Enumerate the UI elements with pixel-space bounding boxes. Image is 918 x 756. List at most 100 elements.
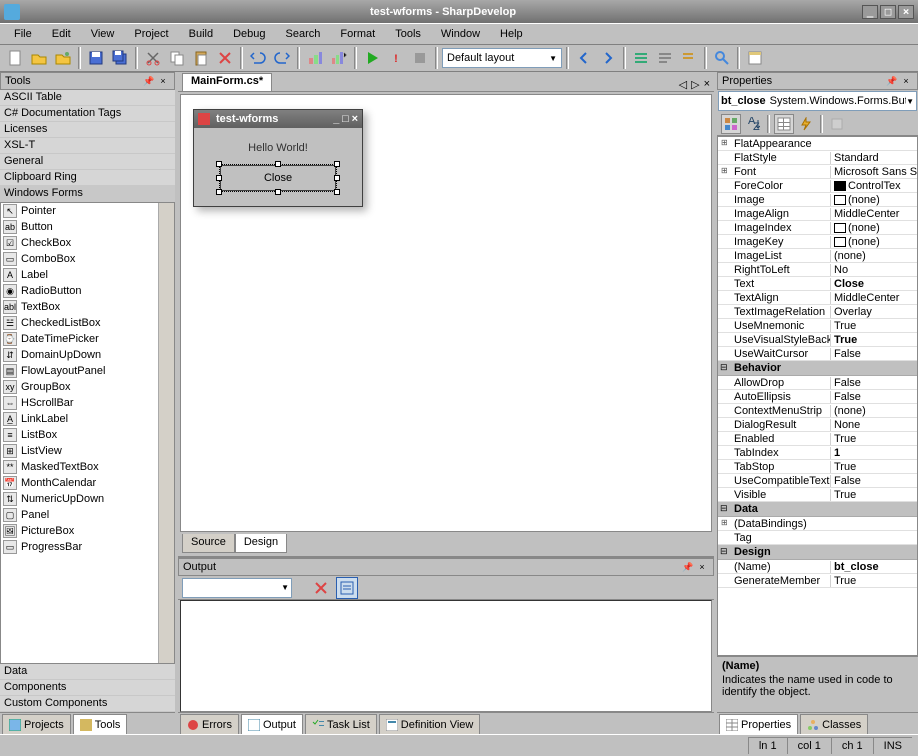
toolbox-item[interactable]: ▤FlowLayoutPanel (1, 363, 158, 379)
property-row[interactable]: FlatAppearance (718, 137, 917, 151)
toolbox-item[interactable]: ⇔HScrollBar (1, 395, 158, 411)
toolbox-cat-selected[interactable]: Windows Forms (0, 186, 175, 202)
toolbox-item[interactable]: ≡ListBox (1, 427, 158, 443)
property-row[interactable]: UseCompatibleTextRenFalse (718, 474, 917, 488)
property-row[interactable]: TabStopTrue (718, 460, 917, 474)
property-row[interactable]: RightToLeftNo (718, 263, 917, 277)
source-tab[interactable]: Source (182, 534, 235, 553)
undo-button[interactable] (247, 47, 269, 69)
output-source-combo[interactable]: ▼ (182, 578, 292, 598)
uncomment-button[interactable] (678, 47, 700, 69)
tab-output-active[interactable]: Output (241, 714, 303, 734)
menu-file[interactable]: File (4, 26, 42, 42)
property-row[interactable]: TabIndex1 (718, 446, 917, 460)
new-file-button[interactable] (4, 47, 26, 69)
close-panel-icon[interactable]: × (695, 560, 709, 574)
toolbox-item[interactable]: ☱CheckedListBox (1, 315, 158, 331)
property-row[interactable]: TextClose (718, 277, 917, 291)
resize-handle[interactable] (216, 189, 222, 195)
layout-combo[interactable]: Default layout▼ (442, 48, 562, 68)
design-tab-active[interactable]: Design (235, 534, 287, 553)
pin-icon[interactable]: 📌 (885, 74, 899, 88)
paste-button[interactable] (190, 47, 212, 69)
scrollbar[interactable] (158, 203, 174, 663)
property-object-selector[interactable]: bt_close System.Windows.Forms.Button ▼ (718, 91, 917, 111)
property-row[interactable]: FlatStyleStandard (718, 151, 917, 165)
find-button[interactable] (711, 47, 733, 69)
properties-view-button[interactable] (774, 114, 794, 134)
toolbox-cat[interactable]: Custom Components (0, 696, 175, 712)
property-row[interactable]: (DataBindings) (718, 517, 917, 531)
outline-toggle[interactable] (630, 47, 652, 69)
property-row[interactable]: VisibleTrue (718, 488, 917, 502)
property-category[interactable]: Behavior (718, 361, 917, 376)
toolbox-cat[interactable]: General (0, 154, 175, 170)
properties-button[interactable] (744, 47, 766, 69)
output-text-area[interactable] (180, 600, 712, 712)
resize-handle[interactable] (275, 189, 281, 195)
close-doc-button[interactable]: × (704, 78, 710, 91)
delete-button[interactable] (214, 47, 236, 69)
toolbox-cat[interactable]: XSL-T (0, 138, 175, 154)
toolbox-item[interactable]: abButton (1, 219, 158, 235)
run-button[interactable] (361, 47, 383, 69)
design-surface[interactable]: test-wforms _ □ × Hello World! Close (180, 94, 712, 532)
menu-project[interactable]: Project (124, 26, 178, 42)
alphabetical-button[interactable]: AZ (743, 114, 763, 134)
doc-tab-active[interactable]: MainForm.cs* (182, 73, 272, 91)
resize-handle[interactable] (334, 189, 340, 195)
build-solution-button[interactable] (328, 47, 350, 69)
toolbox-item[interactable]: A̲LinkLabel (1, 411, 158, 427)
menu-window[interactable]: Window (431, 26, 490, 42)
toolbox-item[interactable]: ablTextBox (1, 299, 158, 315)
property-row[interactable]: AllowDropFalse (718, 376, 917, 390)
property-row[interactable]: EnabledTrue (718, 432, 917, 446)
toolbox-cat[interactable]: ASCII Table (0, 90, 175, 106)
tab-errors[interactable]: Errors (180, 714, 239, 734)
toolbox-cat[interactable]: Data (0, 664, 175, 680)
menu-debug[interactable]: Debug (223, 26, 275, 42)
categorized-button[interactable] (721, 114, 741, 134)
property-row[interactable]: GenerateMemberTrue (718, 574, 917, 588)
property-grid[interactable]: FlatAppearanceFlatStyleStandardFontMicro… (717, 136, 918, 656)
property-row[interactable]: (Name)bt_close (718, 560, 917, 574)
toolbox-item[interactable]: xyGroupBox (1, 379, 158, 395)
wordwrap-button[interactable] (336, 577, 358, 599)
property-category[interactable]: Design (718, 545, 917, 560)
toolbox-item[interactable]: ▢Panel (1, 507, 158, 523)
property-row[interactable]: AutoEllipsisFalse (718, 390, 917, 404)
redo-button[interactable] (271, 47, 293, 69)
copy-button[interactable] (166, 47, 188, 69)
property-row[interactable]: FontMicrosoft Sans S (718, 165, 917, 179)
designer-form[interactable]: test-wforms _ □ × Hello World! Close (193, 109, 363, 207)
toolbox-item[interactable]: 📅MonthCalendar (1, 475, 158, 491)
toolbox-item[interactable]: **MaskedTextBox (1, 459, 158, 475)
toolbox-item[interactable]: ↖Pointer (1, 203, 158, 219)
nav-fwd-button[interactable] (597, 47, 619, 69)
stop-button[interactable] (409, 47, 431, 69)
tab-tools-active[interactable]: Tools (73, 714, 128, 734)
toolbox-cat[interactable]: Licenses (0, 122, 175, 138)
property-row[interactable]: TextImageRelationOverlay (718, 305, 917, 319)
toolbox-cat[interactable]: Clipboard Ring (0, 170, 175, 186)
menu-format[interactable]: Format (330, 26, 385, 42)
tab-classes[interactable]: Classes (800, 714, 868, 734)
designer-label[interactable]: Hello World! (208, 142, 348, 154)
menu-help[interactable]: Help (490, 26, 533, 42)
toolbox-item[interactable]: ⌚DateTimePicker (1, 331, 158, 347)
resize-handle[interactable] (334, 175, 340, 181)
toolbox-item[interactable]: ⇅NumericUpDown (1, 491, 158, 507)
resize-handle[interactable] (334, 161, 340, 167)
minimize-button[interactable]: _ (862, 5, 878, 19)
toolbox-item[interactable]: 🖼PictureBox (1, 523, 158, 539)
build-button[interactable] (304, 47, 326, 69)
next-doc-button[interactable]: ▷ (691, 78, 699, 91)
resize-handle[interactable] (275, 161, 281, 167)
menu-build[interactable]: Build (179, 26, 223, 42)
property-row[interactable]: ImageList(none) (718, 249, 917, 263)
property-row[interactable]: ImageIndex(none) (718, 221, 917, 235)
tab-properties-active[interactable]: Properties (719, 714, 798, 734)
toolbox-item[interactable]: ⇵DomainUpDown (1, 347, 158, 363)
pin-icon[interactable]: 📌 (142, 74, 156, 88)
property-row[interactable]: Image(none) (718, 193, 917, 207)
